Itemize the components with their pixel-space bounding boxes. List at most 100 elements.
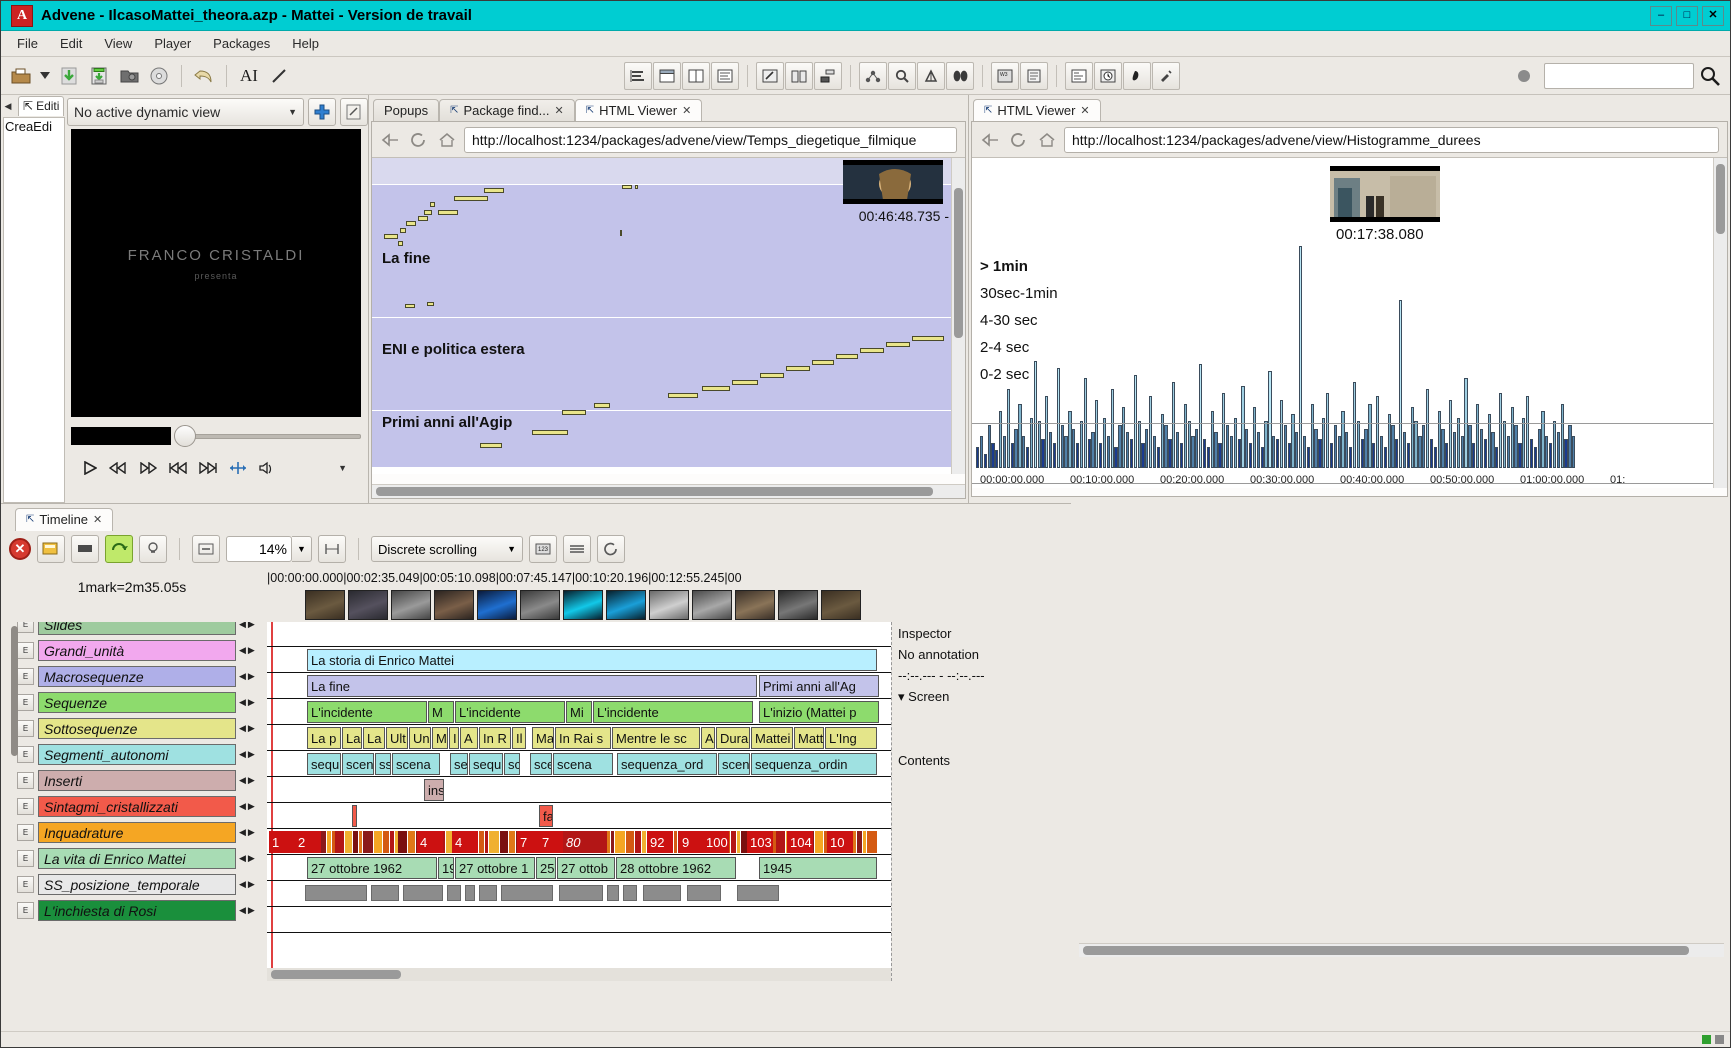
popout-icon[interactable]: ⇱ (984, 105, 992, 116)
right-vertical-scrollbar[interactable] (1713, 158, 1727, 488)
book-view-icon[interactable] (784, 61, 813, 90)
track-expand-icon[interactable]: E (17, 824, 34, 841)
save-package-icon[interactable] (55, 62, 83, 90)
preview-icon[interactable]: 123 (529, 535, 557, 563)
shot-annotation[interactable] (479, 831, 484, 853)
track-name[interactable]: Inquadrature (38, 822, 236, 843)
filmstrip-frame[interactable] (391, 590, 431, 620)
note-icon[interactable] (1151, 61, 1180, 90)
temporal-position-annotation[interactable] (305, 885, 367, 901)
annotation-block[interactable]: M (428, 701, 454, 723)
annotation-block[interactable]: Ult (386, 727, 408, 749)
skip-previous-icon[interactable] (169, 462, 187, 474)
annotation-block[interactable]: scen (342, 753, 374, 775)
annotation-block[interactable]: sequenza_ord (617, 753, 717, 775)
track-label-row[interactable]: E Segmenti_autonomi ◀▶ (1, 742, 263, 767)
shot-annotation[interactable] (857, 831, 862, 853)
close-icon[interactable]: ✕ (554, 104, 563, 117)
filmstrip-frame[interactable] (649, 590, 689, 620)
track-label-row[interactable]: E Inquadrature ◀▶ (1, 820, 263, 845)
minimize-button[interactable]: – (1650, 5, 1672, 26)
player-seek-slider[interactable] (174, 424, 361, 447)
player-more-caret[interactable]: ▼ (338, 463, 347, 473)
bulb-icon[interactable] (139, 535, 167, 563)
shot-number-label[interactable]: 100 (703, 831, 729, 853)
shot-number-label[interactable]: 1 (269, 831, 295, 853)
shot-annotation[interactable] (363, 831, 373, 853)
timeline-track[interactable] (267, 622, 891, 647)
annotation-block[interactable]: Mattei (751, 727, 793, 749)
search-icon[interactable] (1696, 62, 1724, 90)
shot-number-label[interactable]: 92 (647, 831, 673, 853)
track-label-row[interactable]: E Sequenze ◀▶ (1, 690, 263, 715)
shot-annotation[interactable] (635, 831, 641, 853)
temporal-position-annotation[interactable] (607, 885, 619, 901)
filmstrip-frame[interactable] (692, 590, 732, 620)
zoom-out-icon[interactable] (192, 535, 220, 563)
shot-number-label[interactable]: 9 (679, 831, 705, 853)
track-label-row[interactable]: E Sottosequenze ◀▶ (1, 716, 263, 741)
track-name[interactable]: Grandi_unità (38, 640, 236, 661)
annotation-block[interactable]: 25 (536, 857, 556, 879)
left-arrow-icon[interactable]: ◀ (1, 96, 15, 116)
annotation-block[interactable]: La storia di Enrico Mattei (307, 649, 877, 671)
edit-view-button[interactable] (340, 98, 368, 126)
filmstrip-frame[interactable] (305, 590, 345, 620)
video-display[interactable]: FRANCO CRISTALDI presenta (71, 129, 361, 417)
list-view-icon[interactable] (710, 61, 739, 90)
shot-number-label[interactable]: 4 (417, 831, 443, 853)
timeline-horizontal-scrollbar[interactable] (267, 968, 891, 981)
shot-annotation[interactable] (674, 831, 677, 853)
dynamic-view-select[interactable]: No active dynamic view ▼ (67, 98, 304, 126)
shot-number-label[interactable]: 80 (563, 831, 607, 853)
annotation-block[interactable]: M (432, 727, 448, 749)
shot-annotation[interactable] (485, 831, 488, 853)
popout-icon[interactable]: ⇱ (23, 99, 33, 113)
annotation-block[interactable]: In R (479, 727, 511, 749)
popout-icon[interactable]: ⇱ (26, 514, 34, 525)
annotation-block[interactable]: L'incidente (593, 701, 753, 723)
track-name[interactable]: Sottosequenze (38, 718, 236, 739)
menu-file[interactable]: File (7, 33, 48, 54)
annotation-block[interactable]: La fine (307, 675, 757, 697)
track-label-row[interactable]: E SS_posizione_temporale ◀▶ (1, 872, 263, 897)
track-name[interactable]: Slides (38, 622, 236, 635)
annotation-block[interactable]: Il (512, 727, 526, 749)
tab-popups[interactable]: Popups (373, 99, 440, 122)
triangle-down-icon[interactable]: ▾ (898, 689, 905, 704)
annotation-block[interactable]: I (449, 727, 459, 749)
menu-help[interactable]: Help (282, 33, 329, 54)
menu-edit[interactable]: Edit (50, 33, 92, 54)
ai-button[interactable]: AI (235, 62, 263, 90)
w3c-validate-icon[interactable]: W3 (990, 61, 1019, 90)
menu-view[interactable]: View (94, 33, 142, 54)
track-label-row[interactable]: E Macrosequenze ◀▶ (1, 664, 263, 689)
media-disc-icon[interactable] (145, 62, 173, 90)
cancel-icon[interactable]: ✕ (9, 538, 31, 560)
shot-annotation[interactable] (398, 831, 407, 853)
new-annotation-icon[interactable] (37, 535, 65, 563)
right-horizontal-scrollbar[interactable] (1079, 943, 1724, 957)
shot-annotation[interactable] (359, 831, 362, 853)
shot-annotation[interactable] (489, 831, 499, 853)
track-label-row[interactable]: E Inserti ◀▶ (1, 768, 263, 793)
right-url-field[interactable]: http://localhost:1234/packages/advene/vi… (1064, 126, 1719, 153)
filmstrip-frame[interactable] (434, 590, 474, 620)
track-expand-icon[interactable]: E (17, 850, 34, 867)
annotation-block[interactable]: scena (553, 753, 613, 775)
loop-arrow-icon[interactable] (105, 535, 133, 563)
back-icon[interactable] (980, 129, 1002, 151)
shot-number-label[interactable]: 7 (539, 831, 565, 853)
temporal-position-annotation[interactable] (559, 885, 603, 901)
fit-icon[interactable] (318, 535, 346, 563)
skip-next-icon[interactable] (199, 462, 217, 474)
graph-view-icon[interactable] (858, 61, 887, 90)
temporal-position-annotation[interactable] (501, 885, 553, 901)
add-view-button[interactable] (308, 98, 336, 126)
annotation-block[interactable]: se (450, 753, 468, 775)
tab-html-viewer[interactable]: ⇱ HTML Viewer ✕ (574, 99, 703, 122)
shot-annotation[interactable] (408, 831, 415, 853)
tab-package-find[interactable]: ⇱ Package find... ✕ (439, 99, 575, 122)
shot-annotation[interactable] (737, 831, 740, 853)
shot-number-label[interactable]: 10 (827, 831, 853, 853)
